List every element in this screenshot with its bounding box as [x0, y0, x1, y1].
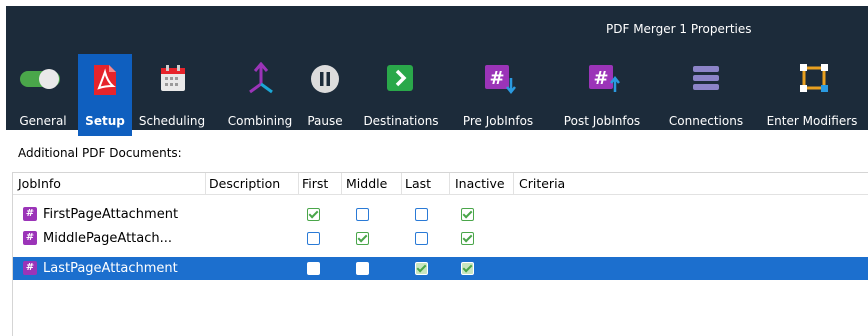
column-header-criteria[interactable]: Criteria	[519, 176, 565, 191]
jobinfo-name: MiddlePageAttach...	[43, 231, 173, 246]
jobinfo-hash-icon: #	[23, 207, 37, 221]
middle-checkbox[interactable]	[356, 208, 369, 221]
inactive-checkbox[interactable]	[461, 262, 474, 275]
column-header-last[interactable]: Last	[405, 176, 431, 191]
jobinfo-table: JobInfo Description First Middle Last In…	[12, 172, 868, 336]
table-header: JobInfo Description First Middle Last In…	[13, 173, 868, 195]
toolbar-scheduling-label: Scheduling	[138, 114, 206, 128]
svg-text:#: #	[593, 68, 608, 89]
merge-icon	[249, 62, 273, 94]
column-divider	[513, 173, 514, 195]
toggle-icon	[20, 69, 60, 89]
toolbar-combining-label: Combining	[227, 114, 293, 128]
middle-checkbox[interactable]	[356, 232, 369, 245]
modifier-icon	[800, 64, 828, 92]
column-divider	[401, 173, 402, 195]
toolbar-post-jobinfos-label: Post JobInfos	[563, 114, 641, 128]
jobinfo-name: LastPageAttachment	[43, 261, 178, 276]
inactive-checkbox[interactable]	[461, 208, 474, 221]
column-divider	[341, 173, 342, 195]
toolbar-connections-label: Connections	[668, 114, 744, 128]
first-checkbox[interactable]	[307, 232, 320, 245]
svg-text:#: #	[489, 68, 504, 89]
middle-checkbox[interactable]	[356, 262, 369, 275]
toolbar-combining-button[interactable]: Combining	[220, 54, 300, 136]
window-title: PDF Merger 1 Properties	[606, 22, 752, 36]
calendar-icon	[161, 65, 185, 91]
toolbar-pause-label: Pause	[307, 114, 343, 128]
column-header-first[interactable]: First	[302, 176, 328, 191]
table-row[interactable]: # MiddlePageAttach...	[13, 227, 868, 250]
toolbar-scheduling-button[interactable]: Scheduling	[134, 54, 210, 136]
toolbar-general-button[interactable]: General	[8, 54, 78, 136]
last-checkbox[interactable]	[415, 262, 428, 275]
column-divider	[449, 173, 450, 195]
last-checkbox[interactable]	[415, 232, 428, 245]
toolbar-pre-jobinfos-label: Pre JobInfos	[462, 114, 534, 128]
toolbar-setup-button[interactable]: Setup	[78, 54, 132, 136]
jobinfo-hash-icon: #	[23, 231, 37, 245]
first-checkbox[interactable]	[307, 262, 320, 275]
toolbar-connections-button[interactable]: Connections	[658, 54, 754, 136]
toolbar-destinations-label: Destinations	[363, 114, 439, 128]
jobinfo-hash-icon: #	[23, 261, 37, 275]
toolbar-setup-label: Setup	[85, 114, 125, 128]
hash-down-icon: #	[485, 65, 516, 94]
additional-documents-label: Additional PDF Documents:	[18, 146, 182, 160]
pause-icon	[311, 65, 339, 93]
hash-up-icon: #	[589, 65, 620, 92]
table-row[interactable]: # FirstPageAttachment	[13, 203, 868, 226]
jobinfo-name: FirstPageAttachment	[43, 207, 179, 222]
column-divider	[205, 173, 206, 195]
arrow-right-icon	[387, 65, 413, 91]
first-checkbox[interactable]	[307, 208, 320, 221]
toolbar-pre-jobinfos-button[interactable]: # Pre JobInfos	[450, 54, 546, 136]
toolbar-panel: PDF Merger 1 Properties General Setup Sc…	[6, 6, 868, 136]
toolbar-enter-modifiers-label: Enter Modifiers	[766, 114, 858, 128]
inactive-checkbox[interactable]	[461, 232, 474, 245]
properties-window: PDF Merger 1 Properties General Setup Sc…	[0, 0, 868, 336]
toolbar-pause-button[interactable]: Pause	[302, 54, 348, 136]
toolbar-enter-modifiers-button[interactable]: Enter Modifiers	[758, 54, 866, 136]
column-header-middle[interactable]: Middle	[346, 176, 387, 191]
column-header-description[interactable]: Description	[209, 176, 280, 191]
table-row-selected[interactable]: # LastPageAttachment	[13, 257, 868, 280]
pdf-icon	[94, 65, 116, 95]
toolbar-post-jobinfos-button[interactable]: # Post JobInfos	[552, 54, 652, 136]
toolbar-destinations-button[interactable]: Destinations	[356, 54, 446, 136]
column-divider	[298, 173, 299, 195]
column-header-inactive[interactable]: Inactive	[455, 176, 505, 191]
toolbar-general-label: General	[19, 114, 67, 128]
column-header-jobinfo[interactable]: JobInfo	[18, 176, 61, 191]
last-checkbox[interactable]	[415, 208, 428, 221]
stack-icon	[693, 66, 719, 90]
